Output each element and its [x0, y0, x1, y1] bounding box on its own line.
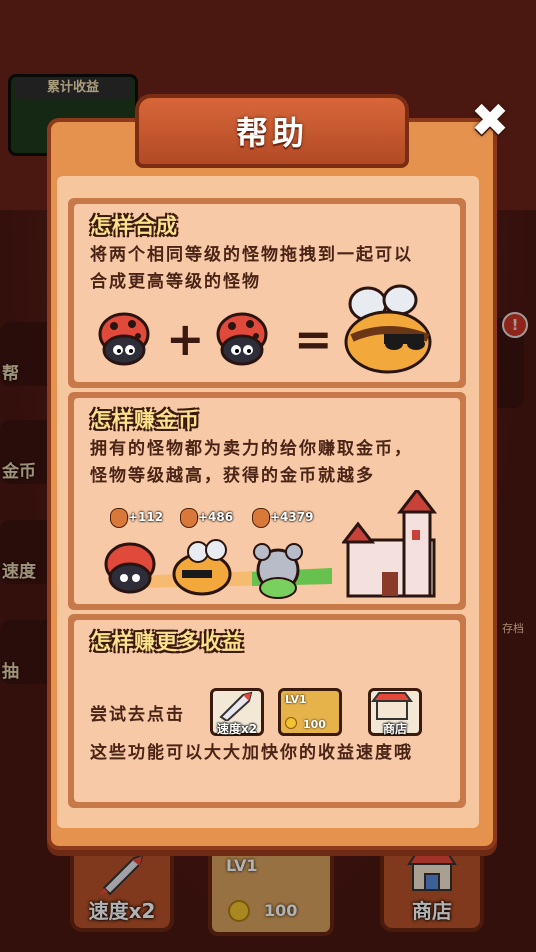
- earning-label-3: +4379: [270, 510, 314, 524]
- coin-icon: [285, 717, 297, 729]
- coin-bag-icon: [252, 508, 270, 528]
- more-earnings-title: 怎样赚更多收益: [90, 630, 244, 654]
- monster-lineup: [104, 539, 332, 599]
- merge-desc-line-1: 将两个相同等级的怪物拖拽到一起可以: [90, 245, 413, 265]
- earn-coins-title: 怎样赚金币: [90, 408, 200, 432]
- earning-label-1: +112: [128, 510, 164, 524]
- ladybug-monster-icon: [216, 312, 268, 366]
- merge-section: 怎样合成 将两个相同等级的怪物拖拽到一起可以 合成更高等级的怪物 + =: [68, 198, 466, 388]
- merge-desc-line-2: 合成更高等级的怪物: [90, 272, 261, 292]
- bee-monster-icon: [344, 284, 432, 374]
- help-title: 帮助: [235, 114, 308, 152]
- equals-sign: =: [294, 312, 333, 366]
- shop-icon: [371, 692, 413, 720]
- earn-coins-desc-line-1: 拥有的怪物都为卖力的给你赚取金币，: [90, 439, 413, 459]
- coin-bag-icon: [180, 508, 198, 528]
- feature-level-upgrade: LV1 100: [278, 688, 342, 736]
- close-button[interactable]: ✖: [468, 97, 512, 143]
- more-earnings-footer: 这些功能可以大大加快你的收益速度哦: [90, 743, 413, 763]
- castle-icon: [342, 490, 438, 598]
- earning-label-2: +486: [198, 510, 234, 524]
- earn-coins-section: 怎样赚金币 拥有的怪物都为卖力的给你赚取金币， 怪物等级越高，获得的金币就越多 …: [68, 392, 466, 610]
- coin-bag-icon: [110, 508, 128, 528]
- ladybug-monster-icon: [98, 312, 150, 366]
- rocket-icon: [219, 691, 253, 723]
- help-title-board: 帮助: [135, 94, 409, 168]
- more-earnings-section: 怎样赚更多收益 尝试去点击 速度x2 LV1 100 商店 这些功能可以大大加快…: [68, 614, 466, 808]
- plus-sign: +: [166, 312, 205, 366]
- feature-shop: 商店: [368, 688, 422, 736]
- try-click-text: 尝试去点击: [90, 705, 185, 725]
- earn-coins-desc-line-2: 怪物等级越高，获得的金币就越多: [90, 466, 375, 486]
- feature-speed-x2: 速度x2: [210, 688, 264, 736]
- merge-title: 怎样合成: [90, 214, 178, 238]
